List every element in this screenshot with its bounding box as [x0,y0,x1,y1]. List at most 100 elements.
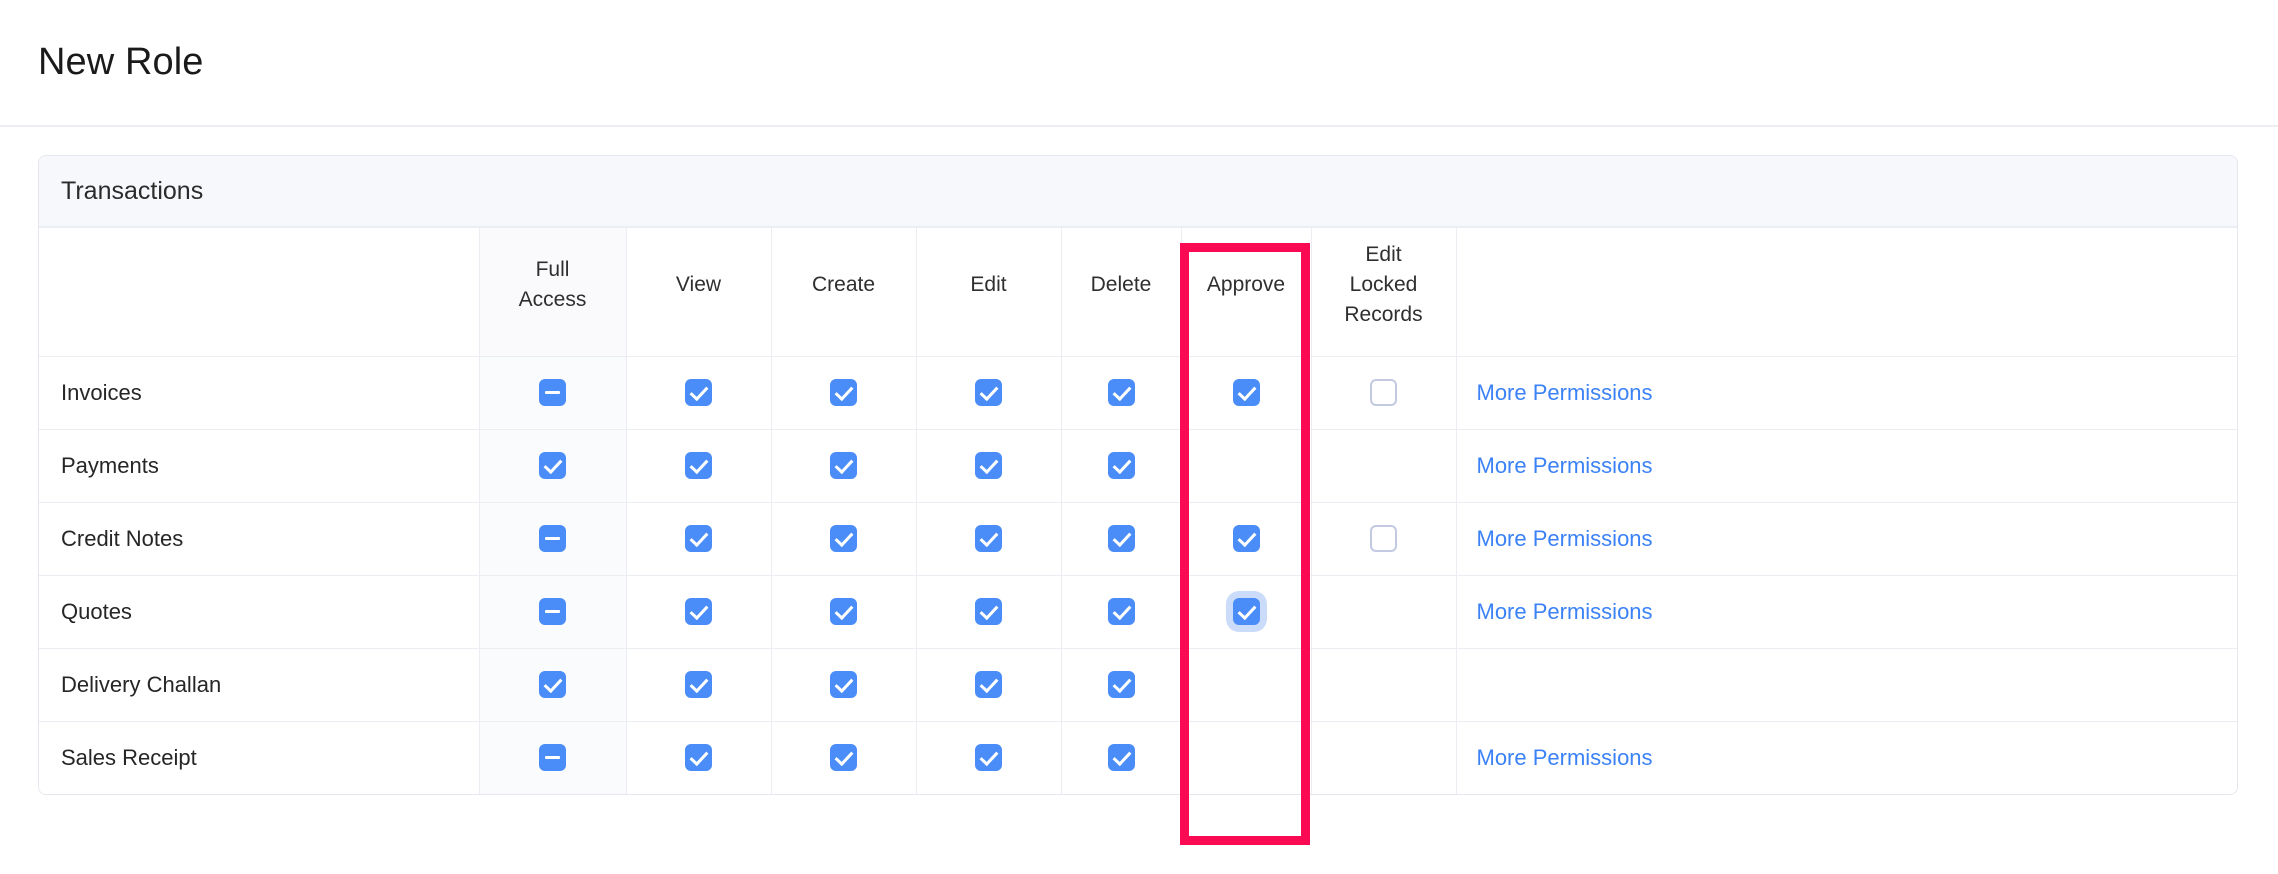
cell-create [771,502,916,575]
more-permissions-link[interactable]: More Permissions [1477,453,1653,478]
cell-approve [1181,356,1311,429]
more-permissions-link[interactable]: More Permissions [1477,380,1653,405]
permissions-card: Transactions Full Access View [38,155,2238,795]
cell-full [479,721,626,794]
cell-approve [1181,648,1311,721]
cell-edit [916,721,1061,794]
checkbox-edit-payments[interactable] [975,452,1002,479]
cell-edit [916,648,1061,721]
checkbox-view-credit-notes[interactable] [685,525,712,552]
header-module [39,228,479,356]
checkbox-create-payments[interactable] [830,452,857,479]
cell-view [626,648,771,721]
header-create-label: Create [772,270,916,300]
checkbox-view-payments[interactable] [685,452,712,479]
checkbox-create-invoices[interactable] [830,379,857,406]
checkbox-edit-credit-notes[interactable] [975,525,1002,552]
cell-full [479,575,626,648]
row-label-quotes: Quotes [39,575,479,648]
checkbox-delete-sales-receipt[interactable] [1108,744,1135,771]
more-permissions-link[interactable]: More Permissions [1477,599,1653,624]
cell-full [479,502,626,575]
table-row: Credit NotesMore Permissions [39,502,2237,575]
cell-approve [1181,721,1311,794]
table-row: Invoices More Permissions [39,356,2237,429]
checkbox-full-quotes[interactable] [539,598,566,625]
cell-locked [1311,648,1456,721]
table-row: Sales ReceiptMore Permissions [39,721,2237,794]
checkbox-approve-quotes[interactable] [1233,598,1260,625]
cell-create [771,721,916,794]
checkbox-locked-invoices[interactable] [1370,379,1397,406]
cell-locked [1311,575,1456,648]
cell-locked [1311,721,1456,794]
header-delete-label: Delete [1062,270,1181,300]
checkbox-edit-sales-receipt[interactable] [975,744,1002,771]
header-locked-line3: Records [1312,300,1456,330]
cell-edit [916,575,1061,648]
header-create: Create [771,228,916,356]
row-label-invoices: Invoices [39,356,479,429]
cell-delete [1061,575,1181,648]
checkbox-create-delivery-challan[interactable] [830,671,857,698]
page-header: New Role [0,0,2278,127]
cell-edit [916,429,1061,502]
checkbox-edit-invoices[interactable] [975,379,1002,406]
more-permissions-link[interactable]: More Permissions [1477,745,1653,770]
checkbox-delete-payments[interactable] [1108,452,1135,479]
cell-delete [1061,356,1181,429]
cell-more-permissions: More Permissions [1456,502,2237,575]
header-row: Full Access View Create Edit Delete [39,228,2237,356]
card-header: Transactions [39,156,2237,228]
table-head: Full Access View Create Edit Delete [39,228,2237,356]
cell-full [479,356,626,429]
checkbox-full-payments[interactable] [539,452,566,479]
cell-more-permissions: More Permissions [1456,356,2237,429]
permissions-table: Full Access View Create Edit Delete [39,228,2237,794]
checkbox-delete-credit-notes[interactable] [1108,525,1135,552]
cell-view [626,356,771,429]
table-row: Payments More Permissions [39,429,2237,502]
checkbox-locked-credit-notes[interactable] [1370,525,1397,552]
checkbox-delete-invoices[interactable] [1108,379,1135,406]
checkbox-approve-credit-notes[interactable] [1233,525,1260,552]
checkbox-edit-quotes[interactable] [975,598,1002,625]
checkbox-view-delivery-challan[interactable] [685,671,712,698]
header-approve: Approve [1181,228,1311,356]
checkbox-full-credit-notes[interactable] [539,525,566,552]
header-full-access: Full Access [479,228,626,356]
cell-create [771,429,916,502]
checkbox-create-sales-receipt[interactable] [830,744,857,771]
more-permissions-link[interactable]: More Permissions [1477,526,1653,551]
checkbox-delete-quotes[interactable] [1108,598,1135,625]
checkbox-full-sales-receipt[interactable] [539,744,566,771]
checkbox-full-delivery-challan[interactable] [539,671,566,698]
cell-create [771,575,916,648]
cell-delete [1061,648,1181,721]
checkbox-view-sales-receipt[interactable] [685,744,712,771]
row-label-payments: Payments [39,429,479,502]
cell-more-permissions [1456,648,2237,721]
header-delete: Delete [1061,228,1181,356]
checkbox-delete-delivery-challan[interactable] [1108,671,1135,698]
checkbox-create-credit-notes[interactable] [830,525,857,552]
header-full-access-line1: Full [480,255,626,285]
cell-approve [1181,429,1311,502]
checkbox-view-invoices[interactable] [685,379,712,406]
header-edit-label: Edit [917,270,1061,300]
permissions-card-wrapper: Transactions Full Access View [0,127,2278,795]
checkbox-create-quotes[interactable] [830,598,857,625]
cell-full [479,648,626,721]
checkbox-approve-invoices[interactable] [1233,379,1260,406]
cell-more-permissions: More Permissions [1456,721,2237,794]
header-view: View [626,228,771,356]
cell-locked [1311,502,1456,575]
checkbox-full-invoices[interactable] [539,379,566,406]
cell-locked [1311,429,1456,502]
checkbox-edit-delivery-challan[interactable] [975,671,1002,698]
checkbox-view-quotes[interactable] [685,598,712,625]
table-row: Quotes More Permissions [39,575,2237,648]
section-title: Transactions [61,177,203,206]
cell-more-permissions: More Permissions [1456,575,2237,648]
page-title: New Role [38,41,204,84]
